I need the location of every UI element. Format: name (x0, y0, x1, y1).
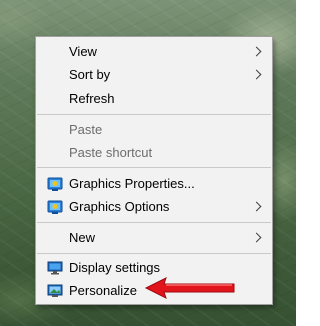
menu-item-paste: Paste (36, 118, 272, 141)
personalize-icon (47, 283, 63, 299)
menu-item-refresh[interactable]: Refresh (36, 87, 272, 110)
menu-item-graphics-properties-label: Graphics Properties... (69, 176, 195, 191)
menu-item-display-settings-label: Display settings (69, 260, 161, 275)
desktop-context-menu: View Sort by Refresh Paste Paste shortcu… (35, 36, 273, 305)
menu-item-paste-shortcut-label: Paste shortcut (69, 145, 153, 160)
display-icon (47, 260, 63, 276)
intel-graphics-icon (47, 176, 63, 192)
menu-item-graphics-options-label: Graphics Options (69, 199, 170, 214)
menu-item-new[interactable]: New (36, 226, 272, 249)
menu-item-personalize-label: Personalize (69, 283, 137, 298)
chevron-right-icon (251, 46, 262, 56)
menu-item-graphics-properties[interactable]: Graphics Properties... (36, 172, 272, 195)
menu-separator (37, 253, 271, 254)
menu-separator (37, 114, 271, 115)
menu-item-paste-label: Paste (69, 122, 103, 137)
menu-item-sort-by[interactable]: Sort by (36, 63, 272, 86)
menu-separator (37, 222, 271, 223)
intel-graphics-icon (47, 199, 63, 215)
menu-item-sort-by-label: Sort by (69, 67, 111, 82)
menu-separator (37, 167, 271, 168)
chevron-right-icon (251, 201, 262, 211)
menu-item-refresh-label: Refresh (69, 91, 115, 106)
menu-item-new-label: New (69, 230, 96, 245)
menu-item-view-label: View (69, 44, 97, 59)
chevron-right-icon (251, 69, 262, 79)
menu-item-paste-shortcut: Paste shortcut (36, 141, 272, 164)
menu-item-view[interactable]: View (36, 40, 272, 63)
menu-item-graphics-options[interactable]: Graphics Options (36, 195, 272, 218)
chevron-right-icon (251, 232, 262, 242)
red-arrow-icon (144, 277, 235, 299)
